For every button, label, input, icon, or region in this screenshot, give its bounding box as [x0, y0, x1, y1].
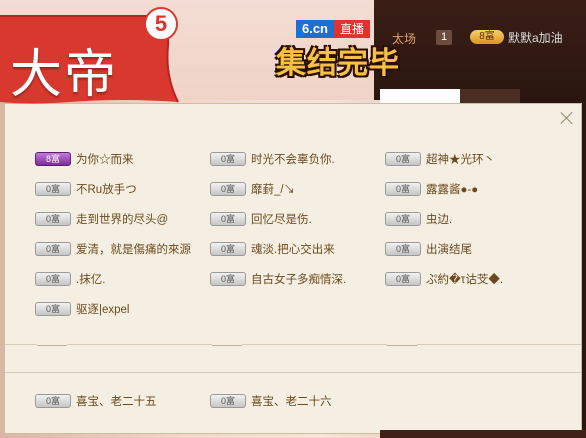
member-grid: 8富 为你☆而来 0富 时光不会辜负你. 0富 超神★光环丶 0富 不Ru放手つ 0富 靡葑_/↘… [35, 149, 575, 329]
member-item[interactable]: 8富 为你☆而来 [35, 149, 134, 169]
member-row: 8富 为你☆而来 0富 时光不会辜负你. 0富 超神★光环丶 [35, 149, 575, 179]
live-tag: 直播 [334, 20, 370, 38]
member-name[interactable]: 爱清，就是傷痛的來源 [76, 241, 191, 257]
member-item[interactable]: 0富 .抹亿. [35, 269, 105, 289]
wealth-level-badge: 0富 [210, 212, 246, 226]
member-item[interactable]: 0富 超神★光环丶 [385, 149, 495, 169]
side-tab[interactable] [460, 89, 520, 103]
wealth-level-badge: 0富 [210, 182, 246, 196]
member-name[interactable]: 走到世界的尽头@ [76, 211, 168, 227]
member-name[interactable]: 露露酱●-● [426, 181, 478, 197]
member-item[interactable]: 0富 驱逐|expel [35, 299, 129, 319]
member-item[interactable]: 0富 走到世界的尽头@ [35, 209, 168, 229]
wealth-level-badge: 0富 [385, 212, 421, 226]
member-name[interactable]: 自古女子多痴情深. [251, 271, 346, 287]
member-grid-secondary: 0富 喜宝、老二十五 0富 喜宝、老二十六 [35, 391, 575, 421]
user-level-badge: 8富 [470, 30, 504, 44]
wealth-level-badge: 8富 [35, 152, 71, 166]
member-row: 0富 喜宝、老二十五 0富 喜宝、老二十六 [35, 391, 575, 421]
wealth-level-badge: 0富 [210, 242, 246, 256]
divider-tick [387, 344, 417, 346]
member-item[interactable]: 0富 自古女子多痴情深. [210, 269, 346, 289]
member-name[interactable]: .抹亿. [76, 271, 105, 287]
member-name[interactable]: 驱逐|expel [76, 301, 129, 317]
stream-info-bar: 太场 1 8富 默默a加油 [374, 0, 586, 100]
side-tab-active[interactable] [380, 89, 460, 103]
member-list-panel: 8富 为你☆而来 0富 时光不会辜负你. 0富 超神★光环丶 0富 不Ru放手つ 0富 靡葑_/↘… [4, 103, 582, 434]
member-name[interactable]: 回忆尽是伤. [251, 211, 312, 227]
member-name[interactable]: 喜宝、老二十六 [251, 393, 332, 409]
member-row: 0富 不Ru放手つ 0富 靡葑_/↘ 0富 露露酱●-● [35, 179, 575, 209]
wealth-level-badge: 0富 [210, 152, 246, 166]
member-item[interactable]: 0富 出演结尾 [385, 239, 472, 259]
member-row: 0富 .抹亿. 0富 自古女子多痴情深. 0富 ぷ約�τ诂芠◆. [35, 269, 575, 299]
member-row: 0富 爱清，就是傷痛的來源 0富 魂淡.把心交出来 0富 出演结尾 [35, 239, 575, 269]
member-row: 0富 驱逐|expel [35, 299, 575, 329]
wealth-level-badge: 0富 [210, 272, 246, 286]
stream-bottom-strip [380, 430, 586, 438]
emperor-badge: 大帝 5 [0, 6, 180, 106]
member-item[interactable]: 0富 喜宝、老二十五 [35, 391, 157, 411]
site-logo: 6.cn 直播 [296, 20, 370, 38]
wealth-level-badge: 0富 [385, 182, 421, 196]
member-name[interactable]: 时光不会辜负你. [251, 151, 335, 167]
close-icon[interactable] [559, 110, 575, 126]
member-item[interactable]: 0富 虫边. [385, 209, 452, 229]
member-name[interactable]: 靡葑_/↘ [251, 181, 295, 197]
member-item[interactable]: 0富 露露酱●-● [385, 179, 478, 199]
member-name[interactable]: 出演结尾 [426, 241, 472, 257]
wealth-level-badge: 0富 [35, 212, 71, 226]
member-name[interactable]: ぷ約�τ诂芠◆. [426, 271, 503, 287]
member-item[interactable]: 0富 ぷ約�τ诂芠◆. [385, 269, 503, 289]
divider [5, 372, 581, 373]
site-logo-text: 6.cn [296, 20, 334, 38]
wealth-level-badge: 0富 [385, 272, 421, 286]
member-name[interactable]: 为你☆而来 [76, 151, 134, 167]
wealth-level-badge: 0富 [35, 302, 71, 316]
member-item[interactable]: 0富 时光不会辜负你. [210, 149, 335, 169]
member-name[interactable]: 虫边. [426, 211, 452, 227]
badge-title: 大帝 [10, 45, 119, 105]
member-item[interactable]: 0富 回忆尽是伤. [210, 209, 312, 229]
member-name[interactable]: 超神★光环丶 [426, 151, 495, 167]
member-item[interactable]: 0富 靡葑_/↘ [210, 179, 295, 199]
user-name[interactable]: 默默a加油 [508, 29, 563, 46]
member-name[interactable]: 喜宝、老二十五 [76, 393, 157, 409]
wealth-level-badge: 0富 [385, 242, 421, 256]
wealth-level-badge: 0富 [210, 394, 246, 408]
wealth-level-badge: 0富 [35, 272, 71, 286]
divider [5, 344, 581, 345]
divider-tick [37, 344, 67, 346]
wealth-level-badge: 0富 [35, 182, 71, 196]
member-item[interactable]: 0富 不Ru放手つ [35, 179, 137, 199]
wealth-level-badge: 0富 [35, 242, 71, 256]
member-name[interactable]: 不Ru放手つ [76, 181, 137, 197]
member-item[interactable]: 0富 魂淡.把心交出来 [210, 239, 335, 259]
badge-count: 5 [144, 7, 178, 41]
wealth-level-badge: 0富 [35, 394, 71, 408]
member-item[interactable]: 0富 喜宝、老二十六 [210, 391, 332, 411]
member-item[interactable]: 0富 爱清，就是傷痛的來源 [35, 239, 191, 259]
member-row: 0富 走到世界的尽头@ 0富 回忆尽是伤. 0富 虫边. [35, 209, 575, 239]
overlay-title: 集结完毕 [276, 46, 400, 81]
wealth-level-badge: 0富 [385, 152, 421, 166]
member-name[interactable]: 魂淡.把心交出来 [251, 241, 335, 257]
room-number: 1 [436, 30, 452, 45]
divider-tick [212, 344, 242, 346]
